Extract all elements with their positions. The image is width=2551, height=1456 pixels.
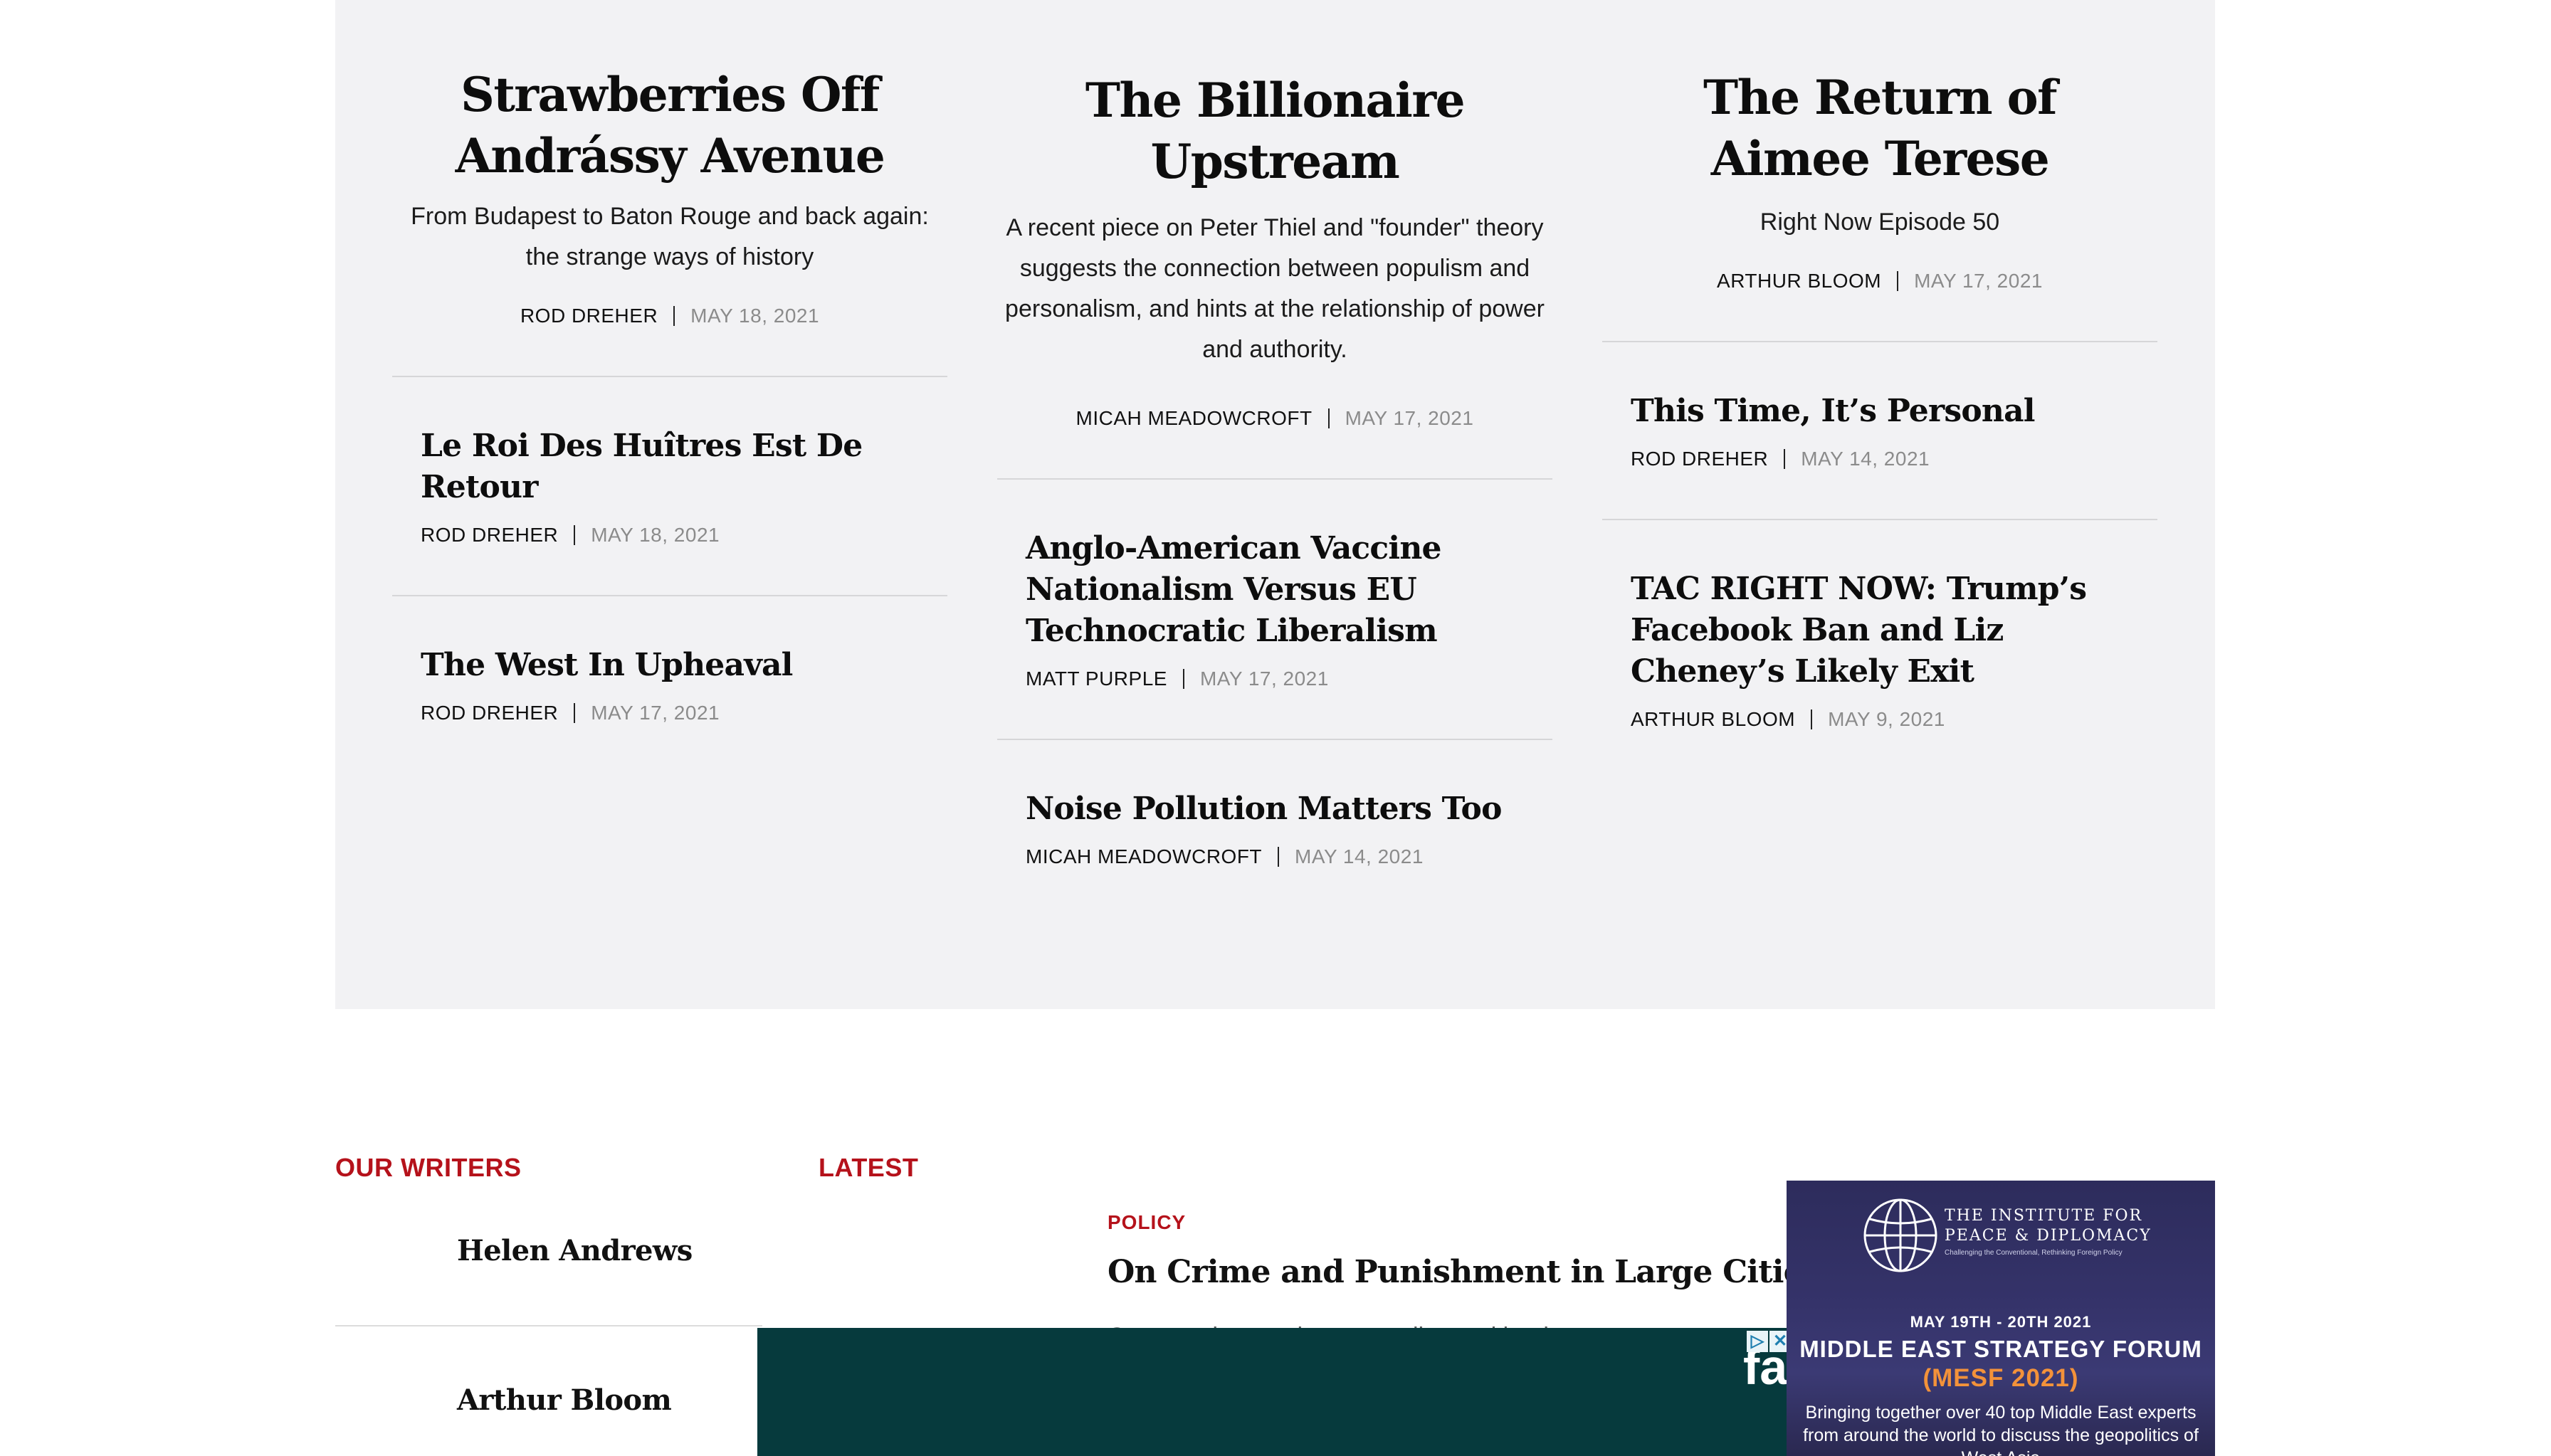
byline: ROD DREHER MAY 14, 2021	[1631, 448, 2129, 470]
publish-date: MAY 18, 2021	[591, 524, 720, 546]
featured-column-3: The Return of Aimee Terese Right Now Epi…	[1602, 0, 2157, 731]
category-kicker[interactable]: POLICY	[1108, 1211, 1186, 1234]
byline: MICAH MEADOWCROFT MAY 17, 2021	[1004, 407, 1545, 430]
sticky-ad-banner[interactable]: fas ▷ ✕	[757, 1328, 1815, 1456]
lead-story-title[interactable]: Strawberries Off Andrássy Avenue	[399, 64, 940, 186]
divider	[997, 739, 1552, 740]
byline: ARTHUR BLOOM MAY 9, 2021	[1631, 708, 2129, 731]
story-item[interactable]: The West In Upheaval ROD DREHER MAY 17, …	[392, 645, 947, 724]
our-writers-heading: OUR WRITERS	[335, 1153, 522, 1182]
lead-story[interactable]: The Return of Aimee Terese Right Now Epi…	[1602, 67, 2157, 292]
story-item[interactable]: Noise Pollution Matters Too MICAH MEADOW…	[997, 788, 1552, 868]
story-item[interactable]: This Time, It’s Personal ROD DREHER MAY …	[1602, 391, 2157, 470]
lead-story-dek: A recent piece on Peter Thiel and "found…	[1005, 214, 1545, 363]
story-title[interactable]: Anglo-American Vaccine Nationalism Versu…	[1026, 528, 1524, 652]
ad-forum-acronym: (MESF 2021)	[1923, 1364, 2079, 1392]
author-link[interactable]: MICAH MEADOWCROFT	[1026, 845, 1262, 868]
adchoices-icon[interactable]: ▷ ✕	[1747, 1331, 1792, 1352]
sidebar-ad[interactable]: THE INSTITUTE FOR PEACE & DIPLOMACY Chal…	[1787, 1181, 2215, 1456]
story-title[interactable]: Noise Pollution Matters Too	[1026, 788, 1524, 830]
byline-divider	[1784, 449, 1786, 469]
publish-date: MAY 14, 2021	[1295, 845, 1424, 867]
lead-story-title[interactable]: The Return of Aimee Terese	[1609, 67, 2150, 189]
author-link[interactable]: ARTHUR BLOOM	[1717, 270, 1881, 292]
divider	[1602, 341, 2157, 342]
story-title[interactable]: Le Roi Des Huîtres Est De Retour	[421, 426, 919, 508]
byline-divider	[1182, 669, 1184, 689]
story-title[interactable]: This Time, It’s Personal	[1631, 391, 2129, 432]
divider	[335, 1325, 762, 1326]
byline-divider	[1278, 847, 1280, 867]
publish-date: MAY 14, 2021	[1801, 448, 1930, 470]
publish-date: MAY 17, 2021	[591, 702, 720, 724]
publish-date: MAY 9, 2021	[1828, 708, 1945, 730]
lead-story-title[interactable]: The Billionaire Upstream	[1004, 70, 1545, 192]
byline: ROD DREHER MAY 18, 2021	[421, 524, 919, 547]
author-link[interactable]: ROD DREHER	[520, 305, 658, 327]
publish-date: MAY 18, 2021	[690, 305, 820, 327]
ad-dates: MAY 19TH - 20TH 2021	[1910, 1313, 2092, 1331]
writer-link[interactable]: Helen Andrews	[457, 1234, 693, 1267]
byline-divider	[574, 525, 576, 545]
publish-date: MAY 17, 2021	[1914, 270, 2043, 292]
play-icon[interactable]: ▷	[1747, 1331, 1768, 1352]
featured-column-2: The Billionaire Upstream A recent piece …	[997, 0, 1552, 868]
ad-institute-name: THE INSTITUTE FOR PEACE & DIPLOMACY	[1945, 1207, 2152, 1245]
byline: ROD DREHER MAY 17, 2021	[421, 702, 919, 724]
author-link[interactable]: ROD DREHER	[1631, 448, 1768, 470]
globe-icon	[1863, 1198, 1937, 1272]
byline: ROD DREHER MAY 18, 2021	[399, 305, 940, 327]
ad-blurb: Bringing together over 40 top Middle Eas…	[1803, 1403, 2199, 1456]
author-link[interactable]: MICAH MEADOWCROFT	[1076, 407, 1313, 430]
author-link[interactable]: ROD DREHER	[421, 702, 558, 724]
byline: ARTHUR BLOOM MAY 17, 2021	[1609, 270, 2150, 292]
author-link[interactable]: MATT PURPLE	[1026, 668, 1167, 690]
publish-date: MAY 17, 2021	[1199, 668, 1329, 690]
latest-story-title[interactable]: On Crime and Punishment in Large Cities	[1108, 1254, 1821, 1290]
writer-link[interactable]: Arthur Bloom	[457, 1383, 672, 1417]
story-title[interactable]: The West In Upheaval	[421, 645, 919, 686]
author-link[interactable]: ROD DREHER	[421, 524, 558, 547]
divider	[1602, 519, 2157, 520]
divider	[392, 595, 947, 596]
featured-column-1: Strawberries Off Andrássy Avenue From Bu…	[392, 0, 947, 724]
lead-story[interactable]: Strawberries Off Andrássy Avenue From Bu…	[392, 64, 947, 327]
featured-panel: Strawberries Off Andrássy Avenue From Bu…	[335, 0, 2215, 1009]
byline-divider	[673, 306, 675, 326]
divider	[997, 478, 1552, 480]
lead-story[interactable]: The Billionaire Upstream A recent piece …	[997, 70, 1552, 430]
ad-tagline: Challenging the Conventional, Rethinking…	[1945, 1249, 2123, 1257]
byline-divider	[1811, 709, 1813, 729]
story-title[interactable]: TAC RIGHT NOW: Trump’s Facebook Ban and …	[1631, 569, 2129, 692]
byline-divider	[1327, 408, 1330, 428]
author-link[interactable]: ARTHUR BLOOM	[1631, 708, 1795, 731]
story-item[interactable]: TAC RIGHT NOW: Trump’s Facebook Ban and …	[1602, 569, 2157, 731]
ad-forum-title: MIDDLE EAST STRATEGY FORUM	[1799, 1336, 2202, 1362]
divider	[392, 376, 947, 377]
lead-story-dek: From Budapest to Baton Rouge and back ag…	[411, 203, 929, 270]
latest-heading: LATEST	[819, 1153, 919, 1182]
lead-story-dek: Right Now Episode 50	[1760, 209, 2000, 236]
story-item[interactable]: Le Roi Des Huîtres Est De Retour ROD DRE…	[392, 426, 947, 547]
story-item[interactable]: Anglo-American Vaccine Nationalism Versu…	[997, 528, 1552, 690]
publish-date: MAY 17, 2021	[1345, 407, 1474, 429]
byline: MICAH MEADOWCROFT MAY 14, 2021	[1026, 845, 1524, 868]
byline-divider	[1897, 271, 1899, 291]
byline-divider	[574, 703, 576, 723]
byline: MATT PURPLE MAY 17, 2021	[1026, 668, 1524, 690]
